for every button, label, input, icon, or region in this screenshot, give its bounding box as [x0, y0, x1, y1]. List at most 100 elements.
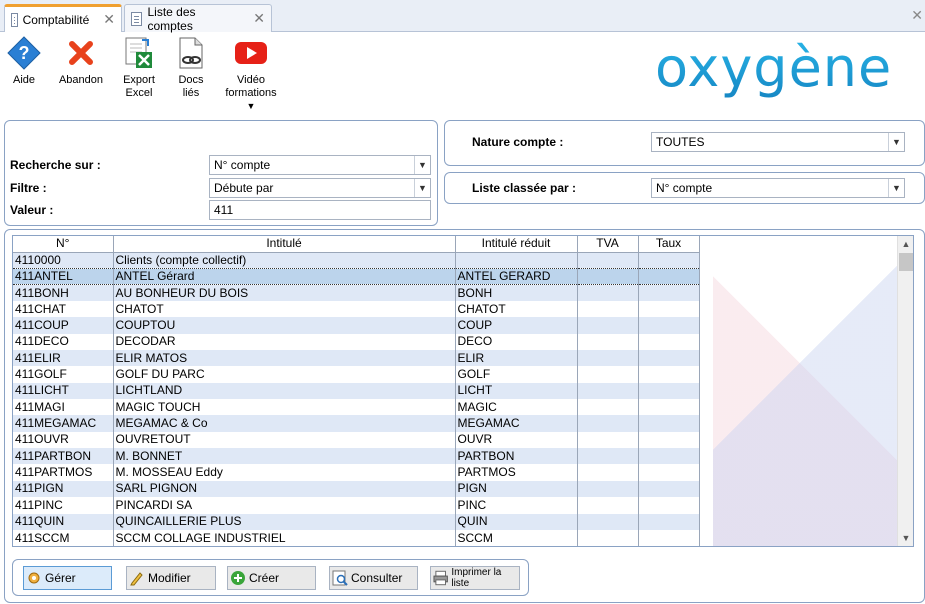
list-icon: [131, 11, 143, 26]
classee-label: Liste classée par :: [472, 181, 577, 195]
table-row[interactable]: 411ANTEL ANTEL Gérard ANTEL GERARD: [13, 267, 700, 286]
video-formations-button[interactable]: Vidéo formations ▼: [224, 36, 278, 111]
docs-lies-button[interactable]: Docs liés: [174, 36, 208, 100]
linked-docs-icon: [179, 37, 203, 69]
classee-select[interactable]: N° compte ▼: [651, 178, 905, 198]
classee-panel: Liste classée par : N° compte ▼: [444, 172, 925, 204]
gerer-button[interactable]: Gérer: [23, 566, 112, 590]
table-row[interactable]: 411DECO DECODAR DECO: [13, 333, 700, 351]
table-cell: [577, 448, 639, 465]
table-cell: ELIR: [455, 350, 578, 367]
filtre-select[interactable]: Débute par ▼: [209, 178, 431, 198]
creer-label: Créer: [249, 571, 280, 585]
table-cell: [577, 252, 639, 269]
table-cell: [577, 431, 639, 449]
table-row[interactable]: 411SCCM SCCM COLLAGE INDUSTRIEL SCCM: [13, 529, 700, 546]
table-cell: BONH: [455, 284, 578, 302]
table-row[interactable]: 4110000 Clients (compte collectif): [13, 252, 700, 269]
nature-select[interactable]: TOUTES ▼: [651, 132, 905, 152]
cancel-x-icon: [69, 41, 93, 65]
table-row[interactable]: 411PARTBON M. BONNET PARTBON: [13, 448, 700, 465]
export-label-1: Export: [123, 74, 155, 86]
table-cell: LICHT: [455, 382, 578, 400]
table-cell: PARTBON: [455, 448, 578, 465]
table-cell: 411SCCM: [13, 529, 114, 546]
action-bar: Gérer Modifier Créer Consulter Imprimer …: [12, 559, 529, 596]
filtre-value: Débute par: [214, 181, 274, 195]
vertical-scrollbar[interactable]: ▲ ▼: [897, 236, 913, 546]
tab-liste-des-comptes[interactable]: Liste des comptes ✕: [124, 4, 272, 33]
table-cell: [638, 415, 700, 432]
consulter-label: Consulter: [351, 571, 403, 585]
classee-value: N° compte: [656, 181, 713, 195]
table-cell: CHATOT: [113, 301, 456, 318]
table-row[interactable]: 411OUVR OUVRETOUT OUVR: [13, 431, 700, 449]
printer-icon: [433, 570, 448, 586]
table-row[interactable]: 411BONH AU BONHEUR DU BOIS BONH: [13, 284, 700, 302]
table-row[interactable]: 411PARTMOS M. MOSSEAU Eddy PARTMOS: [13, 464, 700, 481]
logo-graphic: oxygène: [655, 36, 891, 99]
table-row[interactable]: 411MEGAMAC MEGAMAC & Co MEGAMAC: [13, 415, 700, 432]
scroll-up-icon[interactable]: ▲: [898, 236, 913, 252]
table-row[interactable]: 411ELIR ELIR MATOS ELIR: [13, 350, 700, 367]
col-header-tva[interactable]: TVA: [577, 236, 639, 253]
table-cell: 411MEGAMAC: [13, 415, 114, 432]
table-cell: [638, 382, 700, 400]
col-header-numero[interactable]: N°: [13, 236, 114, 253]
close-icon[interactable]: ✕: [253, 10, 265, 27]
modifier-button[interactable]: Modifier: [126, 566, 216, 590]
imprimer-liste-button[interactable]: Imprimer la liste: [430, 566, 520, 590]
table-row[interactable]: 411PINC PINCARDI SA PINC: [13, 497, 700, 514]
aide-button[interactable]: ? Aide: [6, 36, 42, 87]
table-cell: [577, 301, 639, 318]
table-row[interactable]: 411GOLF GOLF DU PARC GOLF: [13, 366, 700, 383]
table-cell: MEGAMAC & Co: [113, 415, 456, 432]
table-cell: DECO: [455, 333, 578, 351]
table-row[interactable]: 411COUP COUPTOU COUP: [13, 317, 700, 334]
gerer-label: Gérer: [45, 571, 76, 585]
tab-label: Liste des comptes: [147, 4, 196, 33]
table-cell: [638, 448, 700, 465]
consulter-button[interactable]: Consulter: [329, 566, 418, 590]
tab-comptabilite[interactable]: Comptabilité ✕: [4, 4, 122, 32]
table-row[interactable]: 411QUIN QUINCAILLERIE PLUS QUIN: [13, 513, 700, 530]
table-cell: [638, 317, 700, 334]
col-header-intitule[interactable]: Intitulé: [113, 236, 456, 253]
table-cell: GOLF: [455, 366, 578, 383]
close-icon[interactable]: ✕: [103, 11, 115, 28]
creer-button[interactable]: Créer: [227, 566, 316, 590]
table-row[interactable]: 411CHAT CHATOT CHATOT: [13, 301, 700, 318]
table-cell: [577, 317, 639, 334]
table-row[interactable]: 411LICHT LICHTLAND LICHT: [13, 382, 700, 400]
table-body: 4110000 Clients (compte collectif) 411ANTE…: [13, 252, 700, 546]
chevron-down-icon: ▼: [414, 179, 430, 197]
export-excel-button[interactable]: Export Excel: [120, 36, 158, 100]
table-cell: SCCM: [455, 529, 578, 546]
table-cell: [638, 431, 700, 449]
magnifier-icon: [332, 570, 348, 586]
window-close-icon[interactable]: ✕: [911, 7, 923, 24]
abandon-label: Abandon: [58, 74, 104, 86]
video-label-1: Vidéo: [237, 74, 265, 86]
background-decoration: [713, 252, 911, 546]
abandon-button[interactable]: Abandon: [58, 36, 104, 87]
table-cell: COUP: [455, 317, 578, 334]
calculator-icon: [11, 12, 18, 27]
table-cell: [577, 529, 639, 546]
scroll-thumb[interactable]: [899, 253, 913, 271]
table-cell: 411CHAT: [13, 301, 114, 318]
col-header-intitule-reduit[interactable]: Intitulé réduit: [455, 236, 578, 253]
valeur-input[interactable]: 411: [209, 200, 431, 220]
modifier-label: Modifier: [148, 571, 191, 585]
dropdown-caret-icon[interactable]: ▼: [247, 102, 256, 111]
table-row[interactable]: 411MAGI MAGIC TOUCH MAGIC: [13, 399, 700, 416]
scroll-down-icon[interactable]: ▼: [898, 530, 913, 546]
table-row[interactable]: 411PIGN SARL PIGNON PIGN: [13, 480, 700, 498]
table-cell: OUVR: [455, 431, 578, 449]
table-cell: [638, 350, 700, 367]
col-header-taux[interactable]: Taux: [638, 236, 700, 253]
pencil-icon: [130, 572, 143, 586]
table-cell: QUINCAILLERIE PLUS: [113, 513, 456, 530]
recherche-select[interactable]: N° compte ▼: [209, 155, 431, 175]
table-cell: [577, 333, 639, 351]
